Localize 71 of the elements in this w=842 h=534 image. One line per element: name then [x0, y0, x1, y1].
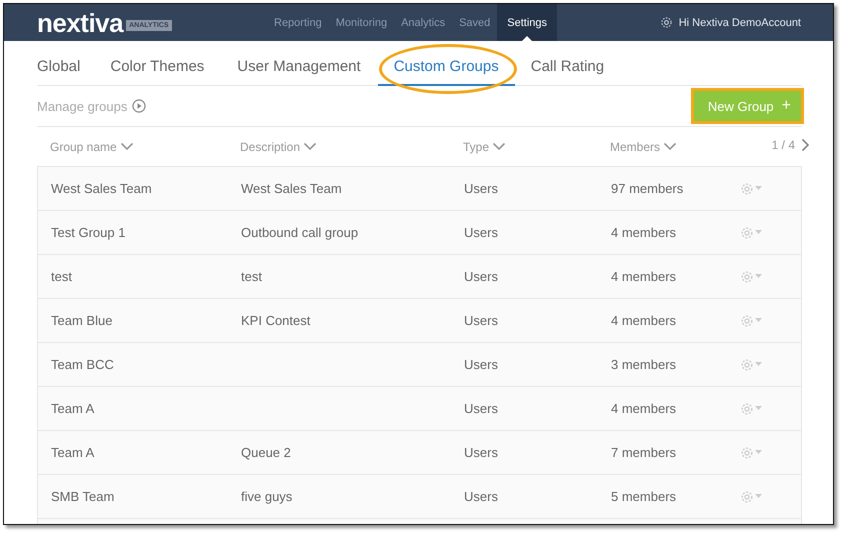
logo: nextiva — [37, 10, 124, 36]
gear-dropdown-icon[interactable] — [741, 270, 763, 282]
table-cell-text: West Sales Team — [51, 181, 153, 196]
nav-item[interactable]: Analytics — [394, 4, 452, 41]
table-cell-text: Users — [464, 269, 499, 284]
gear-dropdown-icon[interactable] — [741, 402, 763, 414]
gear-dropdown-icon[interactable] — [741, 182, 763, 194]
table-cell-text: SMB Team — [51, 489, 116, 504]
chevron-down-icon — [120, 142, 134, 151]
column-header[interactable]: Type — [463, 140, 610, 154]
settings-icon[interactable] — [660, 16, 673, 29]
table-cell-text: Users — [464, 181, 499, 196]
page-indicator: 1 / 4 — [772, 138, 795, 152]
table-cell-text: Team A — [51, 445, 96, 460]
user-greeting[interactable]: Hi Nextiva DemoAccount — [678, 16, 801, 28]
table-cell-text: 4 members — [611, 313, 678, 328]
table-cell-text: 4 members — [611, 269, 678, 284]
tab[interactable]: Call Rating — [530, 58, 604, 86]
table-cell-text: Users — [464, 445, 499, 460]
column-header[interactable]: Description — [240, 140, 463, 154]
gear-dropdown-icon[interactable] — [741, 446, 763, 458]
table-cell: KPI Contest — [241, 313, 310, 328]
gear-dropdown-icon[interactable] — [741, 490, 763, 502]
table-row[interactable]: Team Blue KPI Contest Users 4 members — [38, 299, 801, 343]
section-title: Manage groups — [37, 98, 128, 114]
table-cell-text: Users — [464, 357, 499, 372]
tab[interactable]: Global — [37, 58, 80, 86]
tab[interactable]: User Management — [237, 58, 361, 86]
nav-item[interactable]: Settings — [497, 4, 558, 41]
table-cell: West Sales Team — [241, 181, 342, 196]
table-cell-text: Test Group 1 — [51, 225, 126, 240]
column-header[interactable]: Members — [610, 140, 742, 154]
table-row[interactable]: Team BCC Users 3 members — [38, 343, 801, 387]
table-row[interactable]: Team A Queue 2 Users 7 members — [38, 431, 801, 475]
table-row[interactable]: West Sales Team West Sales Team Users 97 members — [38, 167, 801, 211]
chevron-down-icon — [663, 142, 678, 151]
table-cell: Outbound call group — [241, 225, 358, 240]
table-cell-text: Users — [464, 489, 499, 504]
table-cell-text: Users — [464, 401, 499, 416]
table-cell-text: 3 members — [611, 357, 678, 372]
gear-dropdown-icon[interactable] — [741, 226, 763, 238]
table-row[interactable]: Team A Users 4 members — [38, 387, 801, 431]
play-icon[interactable] — [132, 99, 146, 113]
gear-dropdown-icon[interactable] — [741, 314, 763, 326]
table-cell: test — [241, 269, 262, 284]
table-cell-text: Users — [464, 313, 499, 328]
table-cell-text: test — [51, 269, 73, 284]
table-cell-text: 4 members — [611, 401, 678, 416]
nav-item[interactable]: Monitoring — [328, 4, 394, 41]
tab[interactable]: Custom Groups — [378, 58, 515, 86]
table-cell-text: Team A — [51, 401, 96, 416]
table-cell-text: Team Blue — [51, 313, 114, 328]
table-cell: Queue 2 — [241, 445, 291, 460]
table-cell-text: 97 members — [611, 181, 684, 196]
table-row[interactable]: test test Users 4 members — [38, 255, 801, 299]
column-header[interactable]: Group name — [50, 140, 240, 154]
table-cell-text: 7 members — [611, 445, 678, 460]
nav-item[interactable]: Reporting — [267, 4, 329, 41]
table-cell: five guys — [241, 489, 292, 504]
table-cell-text: Team BCC — [51, 357, 115, 372]
chevron-down-icon — [303, 142, 318, 151]
table-row[interactable]: SMB Team five guys Users 5 members — [38, 475, 801, 519]
chevron-right-icon[interactable] — [801, 138, 810, 152]
nav-item[interactable]: Saved — [452, 4, 498, 41]
tab[interactable]: Color Themes — [110, 58, 204, 86]
table-cell-text: 5 members — [611, 489, 678, 504]
gear-dropdown-icon[interactable] — [741, 358, 763, 370]
table-cell-text: Users — [464, 225, 499, 240]
chevron-down-icon — [492, 142, 506, 151]
table-row[interactable]: Test Group 1 Outbound call group Users 4 members — [38, 211, 801, 255]
table-cell-text: 4 members — [611, 225, 678, 240]
